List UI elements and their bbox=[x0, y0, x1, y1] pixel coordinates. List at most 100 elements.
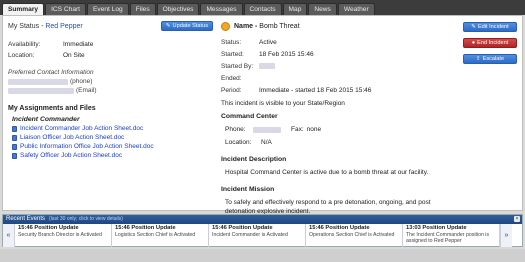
incident-period-value: Immediate - started 18 Feb 2015 15:46 bbox=[259, 87, 372, 94]
assignment-role: Incident Commander bbox=[12, 116, 80, 123]
incident-visibility: This incident is visible to your State/R… bbox=[221, 100, 345, 107]
phone-label: Phone: bbox=[225, 126, 246, 133]
contact-phone: (phone) bbox=[8, 77, 213, 86]
footer-strip bbox=[0, 249, 525, 262]
event-card[interactable]: 13:03 Position Update The Incident Comman… bbox=[403, 224, 500, 247]
tab-contacts[interactable]: Contacts bbox=[243, 3, 282, 15]
end-incident-label: End Incident bbox=[477, 40, 509, 46]
document-link[interactable]: Public Information Office Job Action She… bbox=[20, 142, 154, 151]
scroll-left-icon[interactable]: « bbox=[3, 224, 15, 247]
event-card[interactable]: 15:46 Position Update Incident Commander … bbox=[209, 224, 306, 247]
redacted-started-by bbox=[259, 63, 275, 69]
tab-ics-chart[interactable]: ICS Chart bbox=[45, 3, 87, 15]
phone-suffix: (phone) bbox=[70, 78, 93, 85]
arrow-up-icon: ⇪ bbox=[475, 56, 481, 62]
event-card[interactable]: 15:46 Position Update Operations Section … bbox=[306, 224, 403, 247]
incident-status-row: Status: Active bbox=[221, 38, 461, 47]
tab-summary[interactable]: Summary bbox=[2, 3, 45, 15]
end-incident-button[interactable]: ● End Incident bbox=[463, 38, 517, 48]
recent-events-title: Recent Events bbox=[6, 216, 46, 222]
edit-incident-label: Edit Incident bbox=[477, 24, 509, 30]
event-card[interactable]: 15:46 Position Update Logistics Section C… bbox=[112, 224, 209, 247]
my-status-column: My Status - Red Pepper ✎ Update Status A… bbox=[8, 20, 213, 160]
incident-name: Name - Bomb Threat bbox=[234, 23, 300, 30]
document-icon bbox=[12, 152, 17, 159]
tab-messages[interactable]: Messages bbox=[200, 3, 243, 15]
edit-incident-button[interactable]: ✎ Edit Incident bbox=[463, 22, 517, 32]
incident-status-value: Active bbox=[259, 39, 277, 46]
tab-map[interactable]: Map bbox=[282, 3, 308, 15]
incident-started-value: 18 Feb 2015 15:46 bbox=[259, 51, 314, 58]
event-title: 13:03 Position Update bbox=[406, 225, 467, 231]
document-icon bbox=[12, 125, 17, 132]
assignments-title: My Assignments and Files bbox=[8, 105, 96, 112]
redacted-command-phone bbox=[253, 126, 281, 133]
scroll-right-icon[interactable]: » bbox=[500, 224, 512, 247]
status-header: My Status - Red Pepper ✎ Update Status bbox=[8, 20, 213, 32]
document-link[interactable]: Incident Commander Job Action Sheet.doc bbox=[20, 124, 143, 133]
status-title-label: My Status - bbox=[8, 22, 46, 30]
incident-ended-label: Ended: bbox=[221, 75, 242, 82]
command-center-phone-row: Phone: Fax: none bbox=[221, 125, 461, 134]
pencil-icon: ✎ bbox=[471, 24, 476, 30]
command-center-title: Command Center bbox=[221, 113, 278, 120]
event-card[interactable]: 15:46 Position Update Security Branch Dir… bbox=[15, 224, 112, 247]
incident-status-icon bbox=[221, 21, 230, 31]
document-item[interactable]: Safety Officer Job Action Sheet.doc bbox=[8, 151, 213, 160]
tab-objectives[interactable]: Objectives bbox=[156, 3, 200, 15]
incident-name-value: Bomb Threat bbox=[259, 22, 300, 30]
recent-events-header: Recent Events (last 30 only; click to vi… bbox=[3, 215, 522, 224]
incident-mission-title: Incident Mission bbox=[221, 186, 275, 193]
update-status-button[interactable]: ✎ Update Status bbox=[160, 21, 213, 31]
email-suffix: (Email) bbox=[76, 87, 97, 94]
document-link[interactable]: Safety Officer Job Action Sheet.doc bbox=[20, 151, 122, 160]
incident-column: Name - Bomb Threat Status: Active Starte… bbox=[221, 20, 461, 215]
recent-events-panel: Recent Events (last 30 only; click to vi… bbox=[2, 214, 523, 247]
summary-panel: My Status - Red Pepper ✎ Update Status A… bbox=[2, 15, 523, 215]
close-icon[interactable]: × bbox=[514, 216, 520, 222]
event-description: The Incident Commander position is assig… bbox=[406, 232, 490, 244]
incident-description-title: Incident Description bbox=[221, 156, 287, 163]
incident-mission-text: To safely and effectively respond to a p… bbox=[225, 199, 431, 215]
tab-weather[interactable]: Weather bbox=[337, 3, 375, 15]
incident-period-label: Period: bbox=[221, 87, 242, 94]
recent-events-subtitle[interactable]: (last 30 only; click to view details) bbox=[49, 215, 123, 224]
event-description: Logistics Section Chief is Activated bbox=[115, 232, 196, 238]
status-value: Red Pepper bbox=[45, 22, 83, 30]
fax-label: Fax: bbox=[291, 126, 304, 133]
document-list: Incident Commander Job Action Sheet.doc L… bbox=[8, 124, 213, 160]
incident-description-text: Hospital Command Center is active due to… bbox=[225, 169, 429, 176]
preferred-contact-label: Preferred Contact Information bbox=[8, 69, 94, 76]
document-item[interactable]: Incident Commander Job Action Sheet.doc bbox=[8, 124, 213, 133]
incident-period-row: Period: Immediate - started 18 Feb 2015 … bbox=[221, 86, 461, 95]
incident-ended-row: Ended: bbox=[221, 74, 461, 83]
event-description: Operations Section Chief is Activated bbox=[309, 232, 395, 238]
fax-value: none bbox=[306, 126, 322, 133]
event-title: 15:46 Position Update bbox=[309, 225, 370, 231]
stop-icon: ● bbox=[471, 40, 476, 46]
incident-status-label: Status: bbox=[221, 39, 242, 46]
tab-news[interactable]: News bbox=[308, 3, 337, 15]
event-description: Security Branch Director is Activated bbox=[18, 232, 102, 238]
event-title: 15:46 Position Update bbox=[18, 225, 79, 231]
redacted-email bbox=[8, 87, 74, 94]
contact-email: (Email) bbox=[8, 86, 213, 95]
redacted-phone bbox=[8, 78, 68, 85]
status-title: My Status - Red Pepper bbox=[8, 23, 83, 30]
availability-row: Availability: Immediate bbox=[8, 40, 213, 49]
pencil-icon: ✎ bbox=[165, 23, 171, 29]
tab-bar: Summary ICS Chart Event Log Files Objectives… bbox=[0, 0, 525, 15]
location-value: On Site bbox=[63, 52, 85, 59]
document-item[interactable]: Public Information Office Job Action She… bbox=[8, 142, 213, 151]
location-row: Location: On Site bbox=[8, 51, 213, 60]
escalate-button[interactable]: ⇪ Escalate bbox=[463, 54, 517, 64]
tab-files[interactable]: Files bbox=[129, 3, 156, 15]
document-item[interactable]: Liaison Officer Job Action Sheet.doc bbox=[8, 133, 213, 142]
incident-actions: ✎ Edit Incident ● End Incident ⇪ Escalat… bbox=[463, 20, 519, 70]
tab-event-log[interactable]: Event Log bbox=[87, 3, 129, 15]
document-link[interactable]: Liaison Officer Job Action Sheet.doc bbox=[20, 133, 124, 142]
incident-started-label: Started: bbox=[221, 51, 244, 58]
command-center-location-row: Location: N/A bbox=[221, 138, 461, 147]
command-location-label: Location: bbox=[225, 139, 252, 146]
document-icon bbox=[12, 143, 17, 150]
